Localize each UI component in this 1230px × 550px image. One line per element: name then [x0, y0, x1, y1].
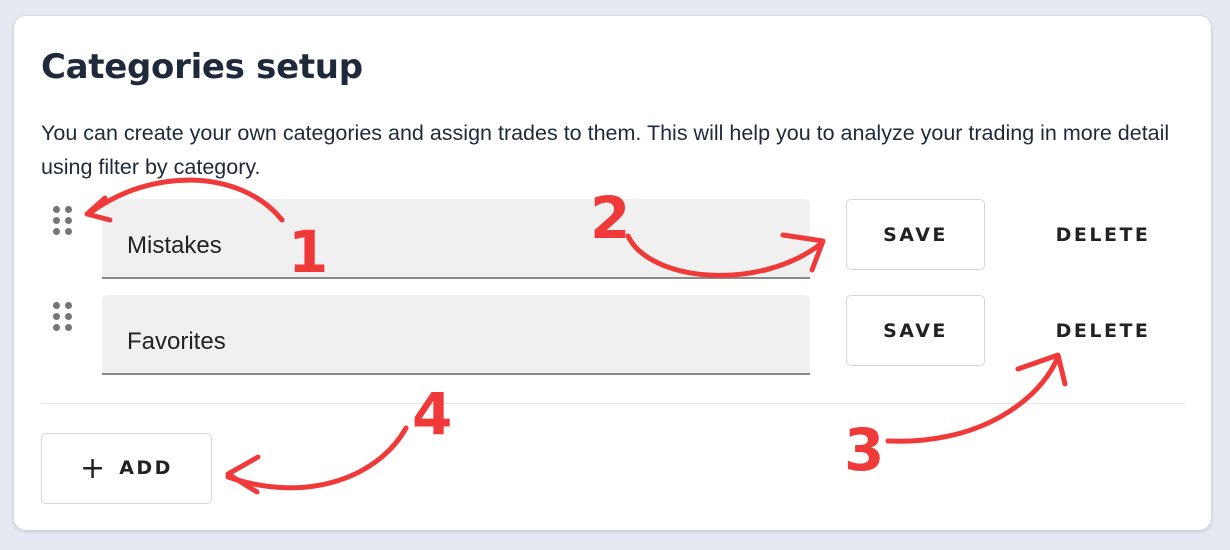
add-button-label: ADD	[119, 457, 173, 479]
delete-button[interactable]: DELETE	[1030, 199, 1176, 270]
delete-button[interactable]: DELETE	[1030, 295, 1176, 366]
page-description: You can create your own categories and a…	[41, 121, 1170, 179]
category-name-input[interactable]	[102, 295, 810, 373]
page-title: Categories setup	[41, 47, 363, 87]
plus-icon: +	[80, 451, 106, 486]
category-name-field	[102, 295, 810, 375]
add-button[interactable]: + ADD	[41, 433, 212, 504]
save-button[interactable]: SAVE	[846, 295, 985, 366]
category-name-input[interactable]	[102, 199, 810, 277]
drag-handle-icon[interactable]	[53, 302, 77, 342]
save-button[interactable]: SAVE	[846, 199, 985, 270]
divider	[41, 403, 1185, 404]
drag-handle-icon[interactable]	[53, 206, 77, 246]
category-name-field	[102, 199, 810, 279]
